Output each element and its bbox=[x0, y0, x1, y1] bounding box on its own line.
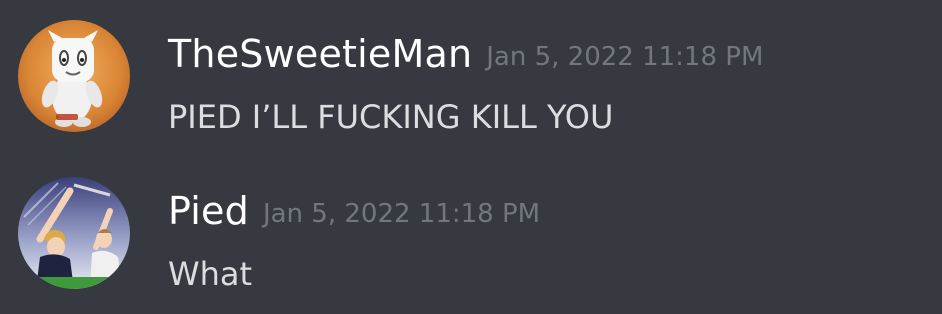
username[interactable]: Pied bbox=[168, 189, 249, 233]
message-text: PIED I’LL FUCKING KILL YOU bbox=[168, 98, 614, 136]
username[interactable]: TheSweetieMan bbox=[168, 32, 472, 76]
timestamp: Jan 5, 2022 11:18 PM bbox=[262, 199, 541, 229]
chat-messages: TheSweetieMan Jan 5, 2022 11:18 PM PIED I… bbox=[0, 0, 942, 314]
message-text: What bbox=[168, 255, 253, 293]
timestamp: Jan 5, 2022 11:18 PM bbox=[486, 42, 764, 72]
white-plush-character-avatar-icon bbox=[18, 20, 130, 132]
user-avatar[interactable] bbox=[18, 177, 130, 289]
message-header: TheSweetieMan Jan 5, 2022 11:18 PM bbox=[168, 32, 763, 76]
anime-characters-avatar-icon bbox=[18, 177, 130, 289]
message-header: Pied Jan 5, 2022 11:18 PM bbox=[168, 189, 540, 233]
user-avatar[interactable] bbox=[18, 20, 130, 132]
